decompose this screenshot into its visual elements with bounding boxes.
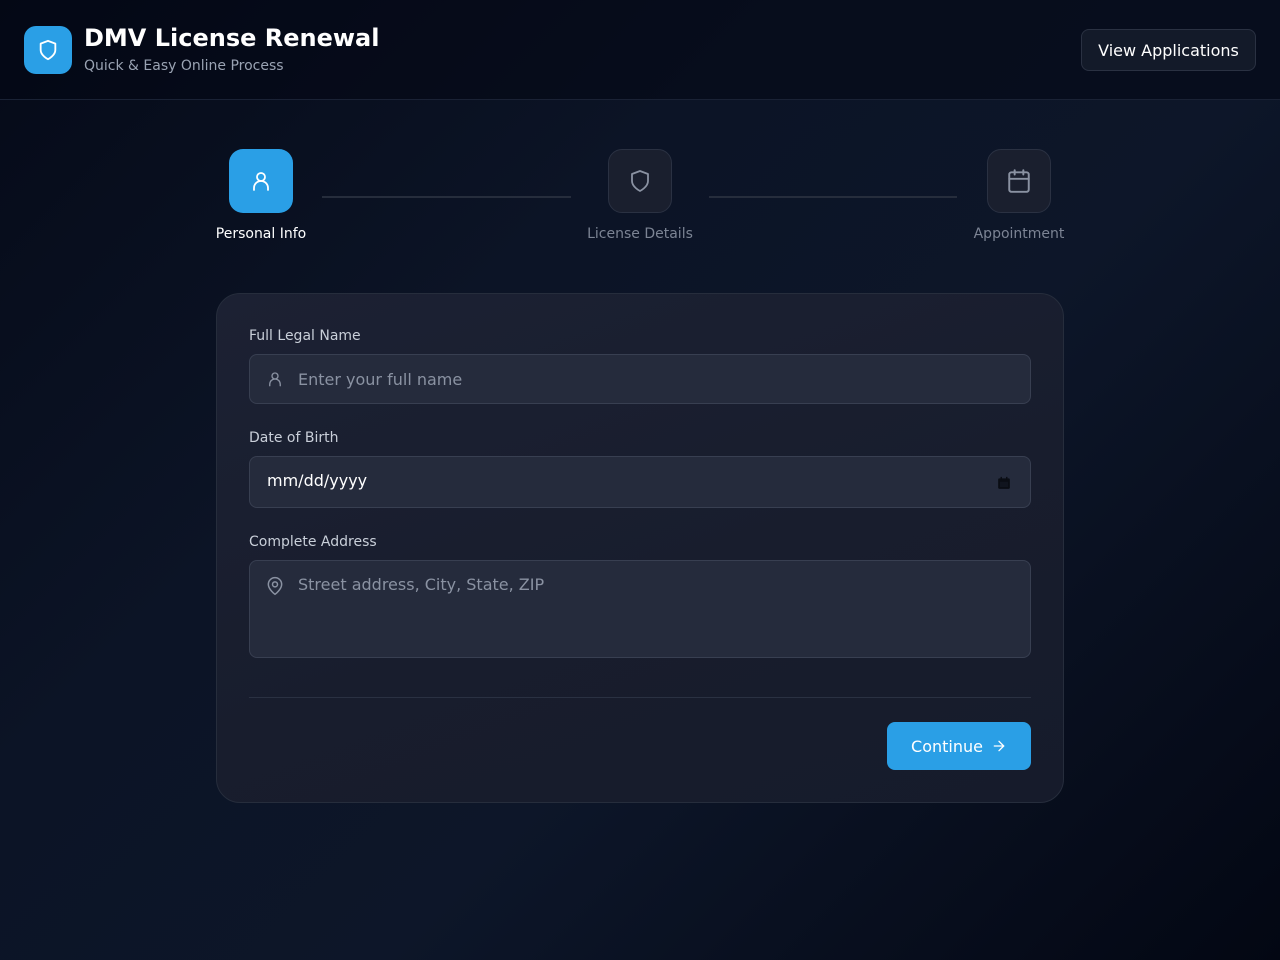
step-label-license-details: License Details [587, 226, 693, 242]
calendar-icon [1006, 168, 1032, 194]
personal-info-form-card: Full Legal Name Date of Birth mm/dd/yyyy… [216, 293, 1064, 803]
continue-button[interactable]: Continue [887, 722, 1031, 770]
app-title: DMV License Renewal [84, 24, 380, 52]
full-name-label: Full Legal Name [249, 328, 361, 344]
step-connector [709, 196, 957, 198]
full-name-field[interactable] [249, 354, 1031, 404]
dob-label: Date of Birth [249, 430, 339, 446]
continue-label: Continue [911, 736, 983, 756]
address-input[interactable] [298, 575, 1018, 647]
user-icon [249, 169, 273, 193]
step-label-personal-info: Personal Info [215, 226, 307, 242]
user-icon [266, 370, 284, 388]
view-applications-button[interactable]: View Applications [1081, 29, 1256, 71]
full-name-input[interactable] [298, 355, 1018, 403]
app-logo [24, 26, 72, 74]
app-header: DMV License Renewal Quick & Easy Online … [0, 0, 1280, 100]
calendar-icon[interactable] [996, 475, 1012, 491]
shield-icon [628, 169, 652, 193]
step-license-details[interactable] [608, 149, 672, 213]
dob-input[interactable]: mm/dd/yyyy [267, 471, 367, 490]
address-label: Complete Address [249, 534, 377, 550]
step-label-appointment: Appointment [973, 226, 1065, 242]
form-divider [249, 697, 1031, 698]
step-appointment[interactable] [987, 149, 1051, 213]
address-field[interactable] [249, 560, 1031, 658]
shield-icon [37, 39, 59, 61]
step-personal-info[interactable] [229, 149, 293, 213]
map-pin-icon [265, 576, 285, 596]
dob-field[interactable]: mm/dd/yyyy [249, 456, 1031, 508]
app-subtitle: Quick & Easy Online Process [84, 58, 284, 74]
step-connector [322, 196, 571, 198]
arrow-right-icon [991, 738, 1007, 754]
